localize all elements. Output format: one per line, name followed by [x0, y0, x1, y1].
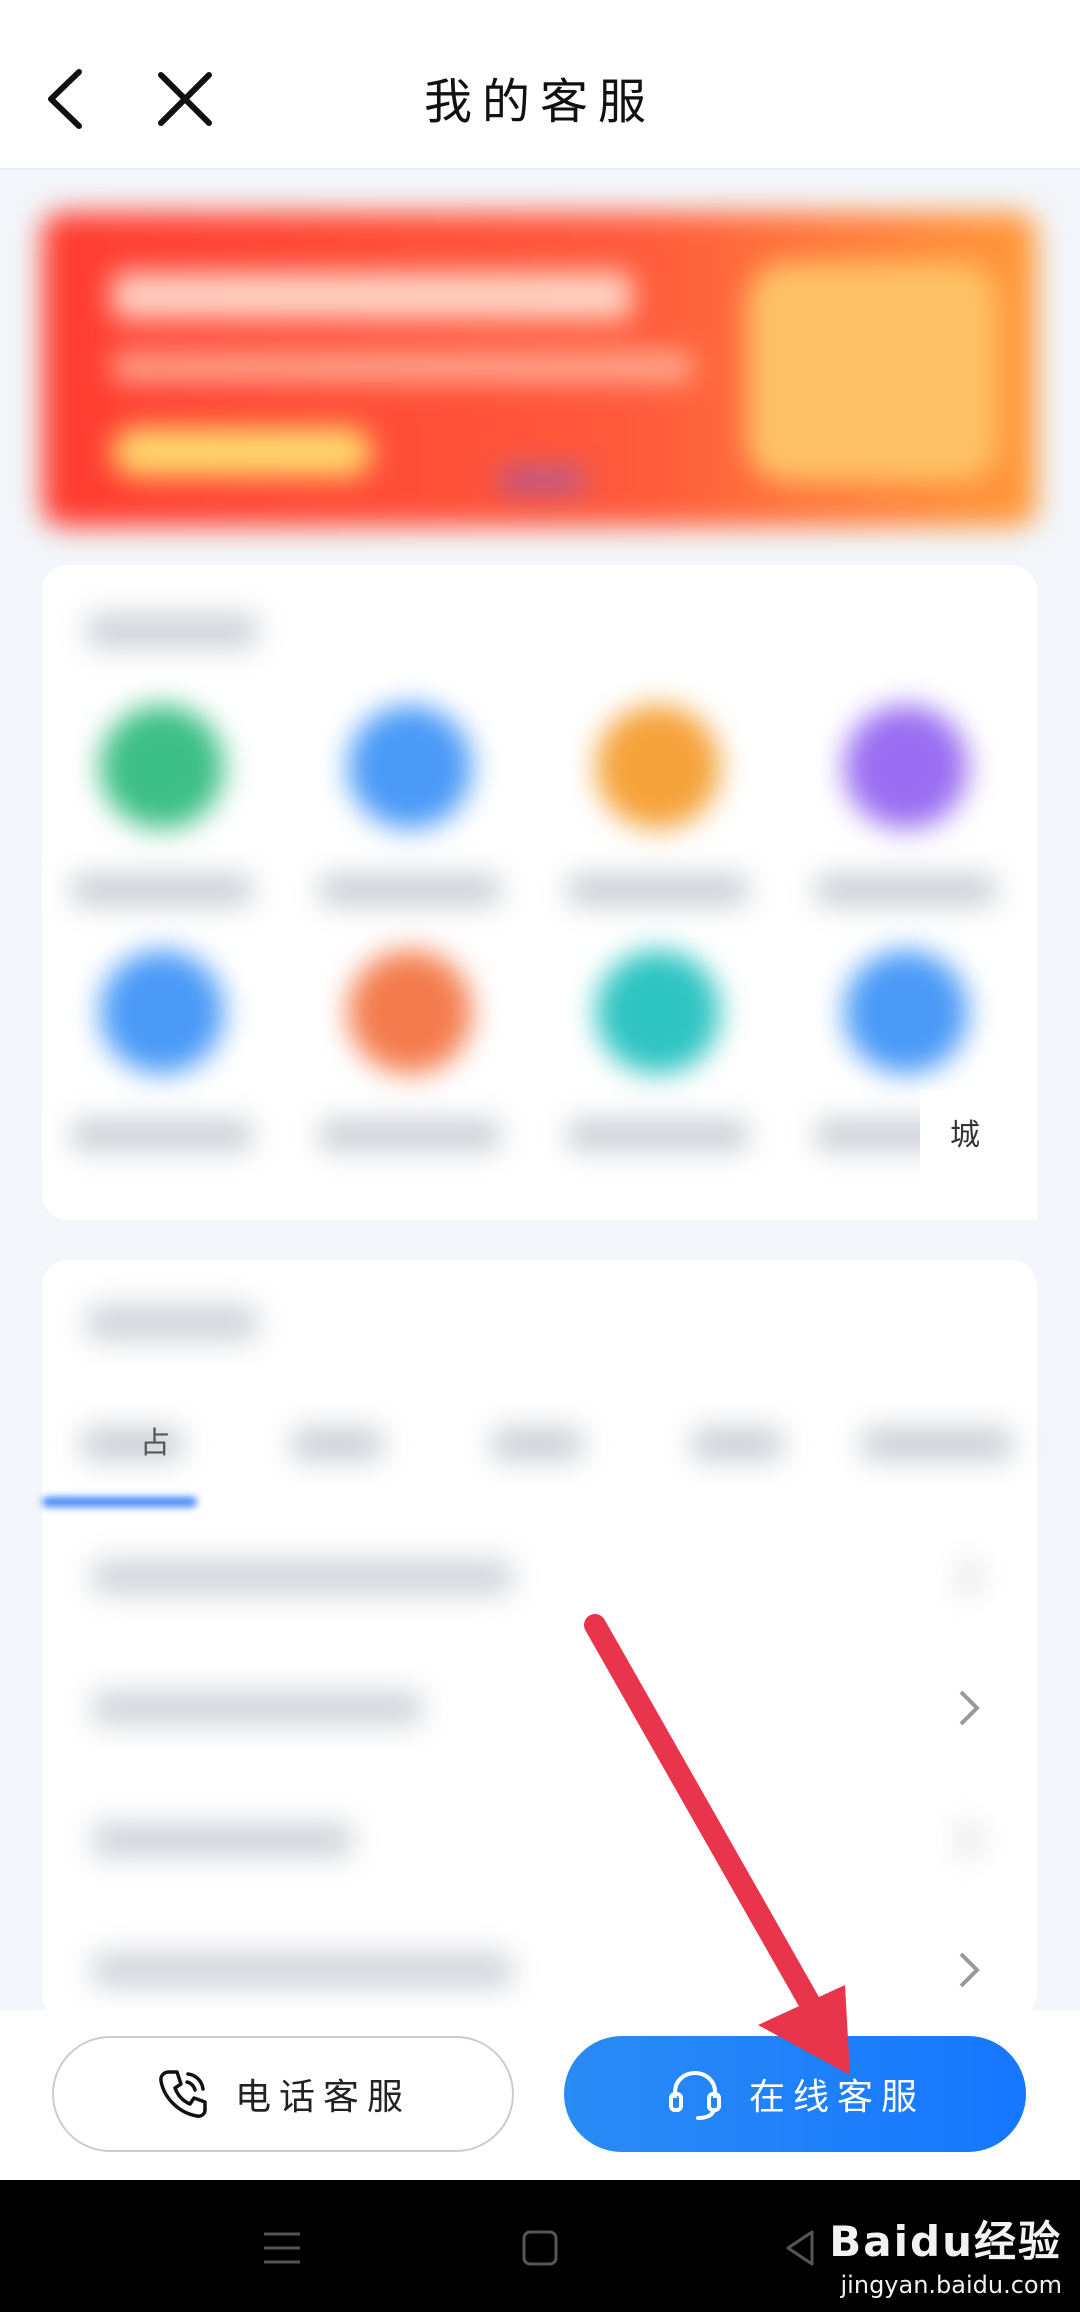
watermark-sub: jingyan.baidu.com: [840, 2271, 1062, 2299]
faq-tab[interactable]: [492, 1428, 582, 1460]
service-shortcut-icon: [844, 950, 968, 1074]
faq-tab[interactable]: [692, 1428, 782, 1460]
page-title: 我的客服: [423, 74, 656, 130]
service-shortcut-icon: [596, 950, 720, 1074]
service-shortcut-icon: [844, 705, 968, 829]
chevron-right-icon: [949, 1945, 989, 1995]
home-icon[interactable]: [510, 2218, 570, 2278]
service-shortcut-item[interactable]: [62, 950, 262, 1170]
service-shortcut-label: [72, 1120, 252, 1150]
back-triangle-icon[interactable]: [770, 2218, 830, 2278]
headset-icon: [668, 2070, 721, 2120]
grid-label-fragment: 城: [950, 1118, 980, 1153]
top-bar: 我的客服: [0, 0, 1080, 170]
service-shortcut-item[interactable]: [62, 705, 262, 925]
online-service-button[interactable]: 在线客服: [564, 2036, 1026, 2152]
service-shortcut-item[interactable]: [558, 950, 758, 1170]
faq-tab[interactable]: [862, 1428, 1012, 1460]
service-shortcuts-card: [42, 565, 1037, 1220]
faq-section-title: [87, 1305, 257, 1341]
active-tab-indicator: [42, 1497, 197, 1507]
faq-list-item[interactable]: [42, 1775, 1037, 1905]
section-title: [87, 613, 257, 649]
service-shortcut-label: [816, 875, 996, 905]
watermark: Baidu经验 jingyan.baidu.com: [829, 2208, 1062, 2299]
watermark-main: Baidu经验: [829, 2217, 1062, 2266]
chevron-right-icon: [949, 1552, 989, 1602]
service-shortcut-label: [568, 875, 748, 905]
chevron-right-icon: [949, 1815, 989, 1865]
service-shortcut-item[interactable]: [310, 950, 510, 1170]
service-shortcut-label: [320, 1120, 500, 1150]
service-shortcut-icon: [348, 705, 472, 829]
service-shortcut-label: [568, 1120, 748, 1150]
faq-tab-label-fragment: 占: [140, 1426, 170, 1461]
service-shortcut-item[interactable]: [558, 705, 758, 925]
menu-icon[interactable]: [252, 2218, 312, 2278]
service-shortcut-icon: [348, 950, 472, 1074]
promo-banner[interactable]: [42, 212, 1037, 527]
faq-list-item[interactable]: [42, 1512, 1037, 1642]
faq-list-item[interactable]: [42, 1643, 1037, 1773]
phone-icon: [159, 2070, 207, 2118]
phone-service-button[interactable]: 电话客服: [52, 2036, 514, 2152]
service-shortcut-item[interactable]: [806, 705, 1006, 925]
service-shortcut-label: [320, 875, 500, 905]
phone-service-label: 电话客服: [234, 2077, 411, 2118]
service-shortcut-item[interactable]: [310, 705, 510, 925]
faq-tab[interactable]: [292, 1428, 382, 1460]
online-service-label: 在线客服: [748, 2077, 925, 2118]
service-shortcut-label: [72, 875, 252, 905]
service-shortcut-icon: [596, 705, 720, 829]
faq-tabs: [42, 1410, 1037, 1490]
service-shortcut-icon: [100, 705, 224, 829]
service-shortcut-icon: [100, 950, 224, 1074]
chevron-right-icon: [949, 1683, 989, 1733]
